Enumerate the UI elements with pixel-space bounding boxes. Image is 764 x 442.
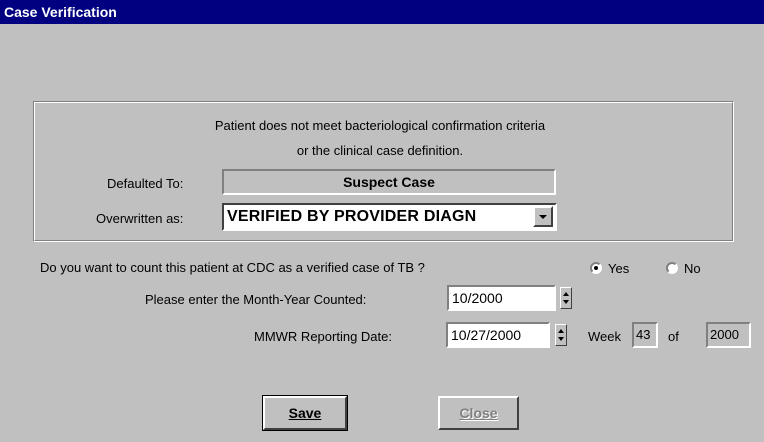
yes-label[interactable]: Yes: [608, 261, 629, 276]
no-radio[interactable]: [666, 262, 678, 274]
defaulted-to-label: Defaulted To:: [107, 176, 184, 191]
week-field: 43: [632, 322, 658, 348]
overwritten-as-label: Overwritten as:: [96, 211, 184, 226]
dropdown-button[interactable]: [533, 206, 553, 227]
chevron-down-icon: [539, 215, 547, 219]
overwritten-as-dropdown[interactable]: VERIFIED BY PROVIDER DIAGN: [222, 203, 557, 231]
yes-radio[interactable]: [590, 262, 602, 274]
title-bar[interactable]: Case Verification: [0, 0, 764, 24]
mmwr-date-spinner[interactable]: [555, 324, 567, 346]
count-question: Do you want to count this patient at CDC…: [40, 260, 425, 275]
of-label: of: [668, 329, 679, 344]
defaulted-to-value: Suspect Case: [343, 174, 435, 190]
month-year-label: Please enter the Month-Year Counted:: [145, 292, 367, 307]
close-label: Close: [459, 405, 498, 421]
week-label: Week: [588, 329, 621, 344]
year-value: 2000: [710, 327, 739, 342]
save-button[interactable]: Save: [262, 395, 348, 431]
week-value: 43: [636, 327, 651, 342]
overwritten-as-value: VERIFIED BY PROVIDER DIAGN: [227, 208, 477, 225]
save-label: Save: [288, 405, 322, 421]
mmwr-date-value: 10/27/2000: [451, 327, 522, 343]
month-year-input[interactable]: 10/2000: [447, 285, 556, 311]
radio-selected-dot: [594, 266, 598, 270]
month-year-value: 10/2000: [452, 290, 503, 306]
defaulted-to-field: Suspect Case: [222, 169, 556, 195]
criteria-message-line2: or the clinical case definition.: [296, 143, 464, 158]
mmwr-label: MMWR Reporting Date:: [254, 329, 392, 344]
month-year-spinner[interactable]: [560, 287, 572, 309]
criteria-message-line1: Patient does not meet bacteriological co…: [214, 118, 546, 133]
spinner-arrows-icon: [558, 329, 564, 341]
close-button[interactable]: Close: [438, 396, 519, 430]
window-title: Case Verification: [4, 4, 117, 20]
spinner-arrows-icon: [563, 292, 569, 304]
mmwr-date-input[interactable]: 10/27/2000: [446, 322, 550, 348]
no-label[interactable]: No: [684, 261, 701, 276]
year-field: 2000: [706, 322, 751, 348]
